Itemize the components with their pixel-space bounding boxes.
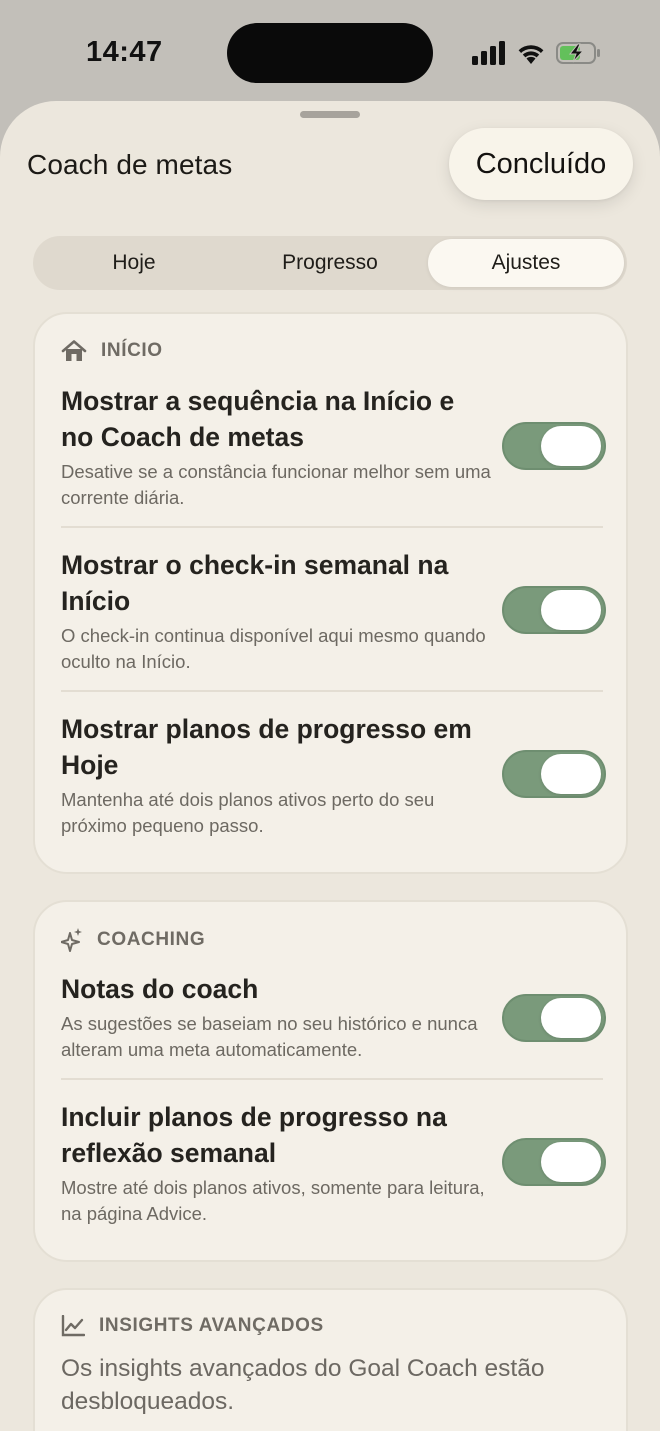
sheet-grabber[interactable] bbox=[300, 111, 360, 118]
divider bbox=[61, 690, 603, 692]
insights-section-header: INSIGHTS AVANÇADOS bbox=[61, 1315, 324, 1337]
setting-description: As sugestões se baseiam no seu histórico… bbox=[61, 1013, 478, 1060]
dynamic-island bbox=[227, 23, 433, 83]
weekly-checkin-toggle[interactable] bbox=[502, 586, 606, 634]
tab-hoje[interactable]: Hoje bbox=[36, 239, 232, 287]
toggle-knob bbox=[541, 998, 601, 1038]
setting-title: Mostrar o check-in semanal na Início bbox=[61, 550, 449, 616]
setting-title: Incluir planos de progresso na reflexão … bbox=[61, 1102, 447, 1168]
coaching-section-label: COACHING bbox=[97, 929, 206, 950]
inicio-section-header: INÍCIO bbox=[61, 339, 163, 363]
coaching-section-card: COACHING Notas do coach As sugestões se … bbox=[33, 900, 628, 1262]
toggle-knob bbox=[541, 426, 601, 466]
insights-section-card: INSIGHTS AVANÇADOS Os insights avançados… bbox=[33, 1288, 628, 1431]
coaching-section-header: COACHING bbox=[61, 928, 205, 952]
inicio-section-label: INÍCIO bbox=[101, 340, 163, 361]
setting-title: Mostrar planos de progresso em Hoje bbox=[61, 714, 472, 780]
setting-description: Mantenha até dois planos ativos perto do… bbox=[61, 789, 435, 836]
status-time: 14:47 bbox=[86, 36, 163, 68]
status-bar: 14:47 bbox=[0, 0, 660, 104]
setting-title: Mostrar a sequência na Início e no Coach… bbox=[61, 386, 455, 452]
progress-plans-today-toggle[interactable] bbox=[502, 750, 606, 798]
status-icons bbox=[472, 38, 602, 68]
cellular-signal-icon bbox=[472, 41, 505, 65]
tab-bar: Hoje Progresso Ajustes bbox=[33, 236, 627, 290]
battery-charging-icon bbox=[556, 42, 600, 64]
chart-line-icon bbox=[61, 1315, 85, 1337]
sheet-title: Coach de metas bbox=[27, 149, 233, 180]
weekly-reflection-plans-toggle[interactable] bbox=[502, 1138, 606, 1186]
insights-section-label: INSIGHTS AVANÇADOS bbox=[99, 1315, 324, 1336]
tab-ajustes[interactable]: Ajustes bbox=[428, 239, 624, 287]
setting-description: Desative se a constância funcionar melho… bbox=[61, 461, 491, 508]
coach-notes-toggle[interactable] bbox=[502, 994, 606, 1042]
setting-title: Notas do coach bbox=[61, 974, 259, 1004]
wifi-icon bbox=[518, 45, 544, 64]
insights-status-text: Os insights avançados do Goal Coach estã… bbox=[61, 1355, 545, 1415]
divider bbox=[61, 1078, 603, 1080]
setting-description: Mostre até dois planos ativos, somente p… bbox=[61, 1177, 485, 1224]
toggle-knob bbox=[541, 754, 601, 794]
house-icon bbox=[61, 340, 87, 361]
setting-description: O check-in continua disponível aqui mesm… bbox=[61, 625, 486, 672]
done-button[interactable]: Concluído bbox=[449, 128, 633, 200]
toggle-knob bbox=[541, 1142, 601, 1182]
goal-coach-sheet: Coach de metas Concluído Hoje Progresso … bbox=[0, 101, 660, 1431]
toggle-knob bbox=[541, 590, 601, 630]
divider bbox=[61, 526, 603, 528]
inicio-section-card: INÍCIO Mostrar a sequência na Início e n… bbox=[33, 312, 628, 874]
sparkles-icon bbox=[61, 928, 82, 952]
tab-progresso[interactable]: Progresso bbox=[232, 239, 428, 287]
show-streak-toggle[interactable] bbox=[502, 422, 606, 470]
